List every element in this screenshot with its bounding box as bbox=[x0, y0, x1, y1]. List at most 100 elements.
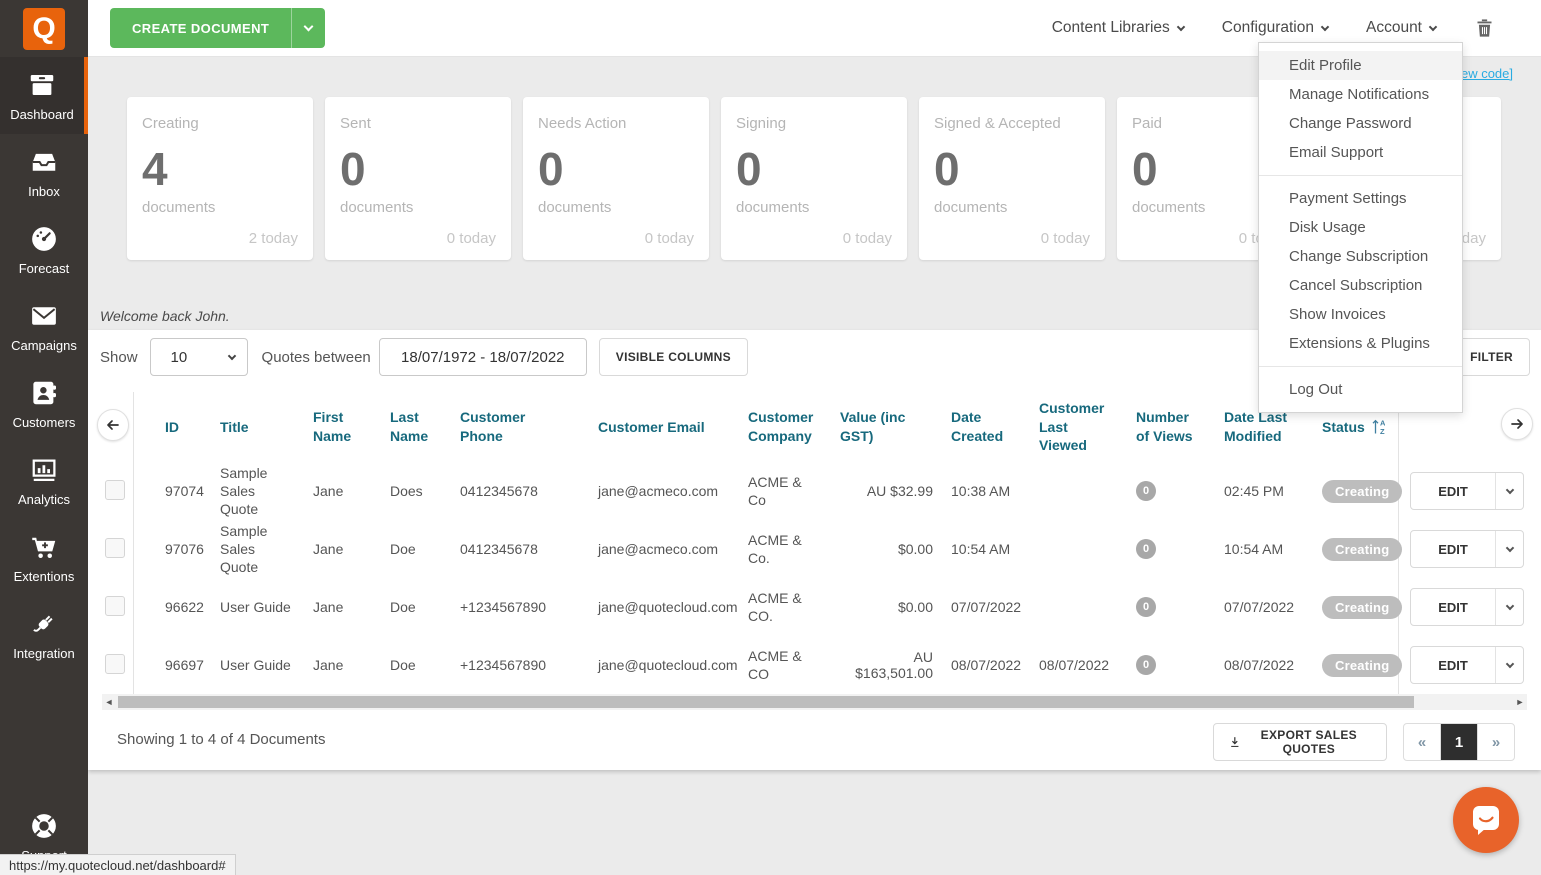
pagination-current-page[interactable]: 1 bbox=[1440, 724, 1478, 760]
col-header-number-of-views[interactable]: Number of Views bbox=[1114, 408, 1198, 446]
col-header-id[interactable]: ID bbox=[152, 418, 208, 437]
scrollbar-thumb[interactable] bbox=[118, 696, 1414, 708]
scrollbar-left-arrow[interactable]: ◄ bbox=[102, 697, 116, 707]
visible-columns-button[interactable]: VISIBLE COLUMNS bbox=[598, 338, 748, 376]
edit-button[interactable]: EDIT bbox=[1411, 531, 1495, 567]
nav-configuration[interactable]: Configuration bbox=[1222, 19, 1330, 37]
edit-dropdown-toggle[interactable] bbox=[1495, 531, 1523, 567]
card-unit: documents bbox=[934, 199, 1008, 216]
stat-card-creating[interactable]: Creating 4 documents 2 today bbox=[127, 97, 313, 260]
date-range-input[interactable] bbox=[378, 338, 587, 376]
menu-item-payment-settings[interactable]: Payment Settings bbox=[1259, 184, 1462, 213]
sidebar-item-analytics[interactable]: Analytics bbox=[0, 442, 88, 519]
sort-az-icon[interactable]: A Z bbox=[1372, 418, 1385, 435]
table-row: 96622 User Guide Jane Doe +1234567890 ja… bbox=[88, 578, 1408, 636]
edit-dropdown-toggle[interactable] bbox=[1495, 473, 1523, 509]
page-size-select[interactable]: 10 bbox=[149, 338, 248, 376]
menu-item-manage-notifications[interactable]: Manage Notifications bbox=[1259, 80, 1462, 109]
card-label: Creating bbox=[142, 115, 199, 132]
show-label: Show bbox=[100, 348, 138, 366]
scroll-columns-left-button[interactable] bbox=[97, 409, 129, 441]
row-checkbox[interactable] bbox=[105, 479, 125, 500]
create-document-dropdown-toggle[interactable] bbox=[291, 8, 325, 48]
col-header-customer-company[interactable]: Customer Company bbox=[742, 408, 834, 446]
menu-item-change-subscription[interactable]: Change Subscription bbox=[1259, 242, 1462, 271]
create-document-label[interactable]: CREATE DOCUMENT bbox=[110, 8, 291, 48]
views-count-badge: 0 bbox=[1136, 597, 1156, 617]
card-value: 4 bbox=[142, 143, 168, 195]
table-row: 96697 User Guide Jane Doe +1234567890 ja… bbox=[88, 636, 1408, 694]
edit-dropdown-toggle[interactable] bbox=[1495, 647, 1523, 683]
col-header-status[interactable]: Status A Z bbox=[1302, 418, 1398, 437]
col-header-date-last-modified[interactable]: Date Last Modified bbox=[1198, 408, 1302, 446]
cell-date-created: 10:38 AM bbox=[951, 483, 1011, 499]
cell-first-name: Jane bbox=[313, 541, 344, 557]
card-label: Needs Action bbox=[538, 115, 627, 132]
nav-account[interactable]: Account bbox=[1366, 19, 1438, 37]
create-document-button[interactable]: CREATE DOCUMENT bbox=[110, 8, 326, 48]
scrollbar-right-arrow[interactable]: ► bbox=[1513, 697, 1527, 707]
filter-button[interactable]: FILTER bbox=[1453, 338, 1530, 376]
cell-date-created: 08/07/2022 bbox=[951, 657, 1022, 673]
cell-first-name: Jane bbox=[313, 657, 344, 673]
col-header-first-name[interactable]: First Name bbox=[304, 408, 382, 446]
cell-customer-phone: +1234567890 bbox=[460, 599, 547, 615]
row-checkbox[interactable] bbox=[105, 653, 125, 674]
sidebar-item-forecast[interactable]: Forecast bbox=[0, 211, 88, 288]
edit-button[interactable]: EDIT bbox=[1411, 473, 1495, 509]
export-sales-quotes-button[interactable]: EXPORT SALES QUOTES bbox=[1213, 723, 1387, 761]
nav-content-libraries[interactable]: Content Libraries bbox=[1052, 19, 1186, 37]
edit-button[interactable]: EDIT bbox=[1411, 589, 1495, 625]
stat-card-signed-accepted[interactable]: Signed & Accepted 0 documents 0 today bbox=[919, 97, 1105, 260]
trash-button[interactable] bbox=[1474, 17, 1495, 39]
stat-card-sent[interactable]: Sent 0 documents 0 today bbox=[325, 97, 511, 260]
col-header-date-created[interactable]: Date Created bbox=[936, 408, 1024, 446]
support-chat-button[interactable] bbox=[1453, 787, 1519, 853]
menu-item-disk-usage[interactable]: Disk Usage bbox=[1259, 213, 1462, 242]
sidebar-item-campaigns[interactable]: Campaigns bbox=[0, 288, 88, 365]
cell-title: Sample Sales Quote bbox=[220, 464, 268, 518]
pagination-prev-button[interactable]: « bbox=[1404, 724, 1440, 760]
sidebar-item-customers[interactable]: Customers bbox=[0, 365, 88, 442]
row-checkbox[interactable] bbox=[105, 595, 125, 616]
quotes-between-label: Quotes between bbox=[261, 348, 371, 366]
card-footer: 0 today bbox=[446, 230, 496, 247]
horizontal-scrollbar[interactable]: ◄ ► bbox=[102, 694, 1527, 710]
stat-card-needs-action[interactable]: Needs Action 0 documents 0 today bbox=[523, 97, 709, 260]
sidebar-item-dashboard[interactable]: Dashboard bbox=[0, 57, 88, 134]
cell-id: 97076 bbox=[165, 541, 204, 557]
menu-item-email-support[interactable]: Email Support bbox=[1259, 138, 1462, 167]
card-value: 0 bbox=[538, 143, 564, 195]
cell-title: User Guide bbox=[220, 656, 291, 673]
menu-item-extensions-plugins[interactable]: Extensions & Plugins bbox=[1259, 329, 1462, 358]
cell-value: AU $32.99 bbox=[866, 483, 933, 499]
stat-card-signing[interactable]: Signing 0 documents 0 today bbox=[721, 97, 907, 260]
pagination-next-button[interactable]: » bbox=[1478, 724, 1514, 760]
col-header-customer-last-viewed[interactable]: Customer Last Viewed bbox=[1024, 399, 1114, 456]
edit-button[interactable]: EDIT bbox=[1411, 647, 1495, 683]
menu-item-log-out[interactable]: Log Out bbox=[1259, 375, 1462, 404]
menu-item-show-invoices[interactable]: Show Invoices bbox=[1259, 300, 1462, 329]
col-header-value[interactable]: Value (inc GST) bbox=[834, 408, 936, 446]
col-header-title[interactable]: Title bbox=[208, 418, 304, 437]
cell-customer-phone: +1234567890 bbox=[460, 657, 547, 673]
card-label: Signed & Accepted bbox=[934, 115, 1061, 132]
menu-item-edit-profile[interactable]: Edit Profile bbox=[1259, 51, 1462, 80]
menu-item-change-password[interactable]: Change Password bbox=[1259, 109, 1462, 138]
sidebar-item-integration[interactable]: Integration bbox=[0, 596, 88, 673]
row-edit-button: EDIT bbox=[1410, 530, 1524, 568]
col-header-customer-email[interactable]: Customer Email bbox=[592, 418, 742, 437]
edit-dropdown-toggle[interactable] bbox=[1495, 589, 1523, 625]
col-header-last-name[interactable]: Last Name bbox=[382, 408, 452, 446]
sidebar-item-extentions[interactable]: Extentions bbox=[0, 519, 88, 596]
scroll-columns-right-button[interactable] bbox=[1501, 408, 1533, 440]
menu-item-cancel-subscription[interactable]: Cancel Subscription bbox=[1259, 271, 1462, 300]
app-logo[interactable]: Q bbox=[0, 0, 88, 57]
cell-last-name: Doe bbox=[390, 541, 416, 557]
row-checkbox[interactable] bbox=[105, 537, 125, 558]
chevron-down-icon bbox=[1505, 543, 1514, 552]
sidebar-item-inbox[interactable]: Inbox bbox=[0, 134, 88, 211]
cell-last-name: Doe bbox=[390, 599, 416, 615]
contact-book-icon bbox=[33, 381, 56, 404]
col-header-customer-phone[interactable]: Customer Phone bbox=[452, 408, 592, 446]
